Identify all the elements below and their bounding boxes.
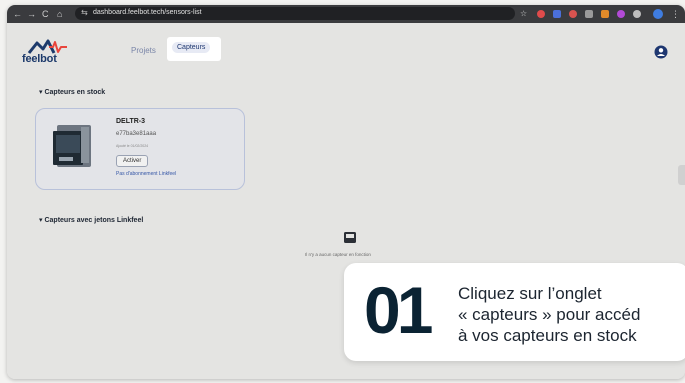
back-icon[interactable]: ← [13, 8, 22, 20]
brand-name: feelbot [22, 53, 57, 65]
side-panel-handle[interactable] [678, 165, 685, 185]
sensor-added-date: Ajouté le 01/02/2024 [116, 144, 149, 148]
sensor-name: DELTR-3 [116, 118, 146, 125]
address-bar[interactable]: ⇆ dashboard.feelbot.tech/sensors-list [75, 7, 515, 20]
browser-menu-icon[interactable]: ⋮ [671, 8, 680, 20]
step-line: Cliquez sur l’onglet [458, 284, 602, 303]
section-linkfeel-title: Capteurs avec jetons Linkfeel [44, 217, 144, 224]
sensor-device-icon [53, 125, 91, 167]
reload-icon[interactable]: C [42, 8, 49, 20]
address-bar-url: dashboard.feelbot.tech/sensors-list [93, 9, 202, 16]
extension-icon[interactable] [569, 10, 577, 18]
sensor-card[interactable]: DELTR-3 e77ba3e81aaa Ajouté le 01/02/202… [35, 108, 245, 190]
step-number: 01 [364, 273, 433, 347]
step-line: « capteurs » pour accéd [458, 305, 641, 324]
tab-capteurs[interactable]: Capteurs [172, 42, 211, 53]
extension-icon[interactable] [553, 10, 561, 18]
extension-icon[interactable] [617, 10, 625, 18]
tutorial-step-overlay: 01 Cliquez sur l’onglet « capteurs » pou… [344, 263, 685, 361]
forward-icon[interactable]: → [27, 8, 36, 20]
extension-icon[interactable] [537, 10, 545, 18]
site-settings-icon[interactable]: ⇆ [81, 8, 88, 17]
browser-toolbar: ← → C ⌂ ⇆ dashboard.feelbot.tech/sensors… [7, 5, 685, 23]
tab-capteurs-highlight: Capteurs [167, 37, 221, 61]
section-linkfeel-toggle[interactable]: ▾ Capteurs avec jetons Linkfeel [39, 216, 143, 224]
subscription-link[interactable]: Pas d'abonnement Linkfeel [116, 171, 176, 177]
profile-avatar-icon[interactable] [653, 9, 663, 19]
inbox-icon [344, 232, 356, 243]
tab-projets[interactable]: Projets [131, 46, 156, 55]
sensor-id: e77ba3e81aaa [116, 131, 157, 137]
extension-icon[interactable] [601, 10, 609, 18]
step-line: à vos capteurs en stock [458, 326, 637, 345]
section-stock-title: Capteurs en stock [44, 89, 106, 96]
extension-icon[interactable] [585, 10, 593, 18]
home-icon[interactable]: ⌂ [57, 8, 62, 20]
extensions-puzzle-icon[interactable] [633, 10, 641, 18]
empty-state-text: Il n'y a aucun capteur en fonction [305, 252, 371, 257]
account-icon[interactable] [654, 45, 668, 59]
section-stock-toggle[interactable]: ▾ Capteurs en stock [39, 88, 105, 96]
activate-button[interactable]: Activer [116, 155, 149, 167]
step-instruction: Cliquez sur l’onglet « capteurs » pour a… [458, 283, 685, 346]
bookmark-star-icon[interactable]: ☆ [520, 8, 527, 20]
